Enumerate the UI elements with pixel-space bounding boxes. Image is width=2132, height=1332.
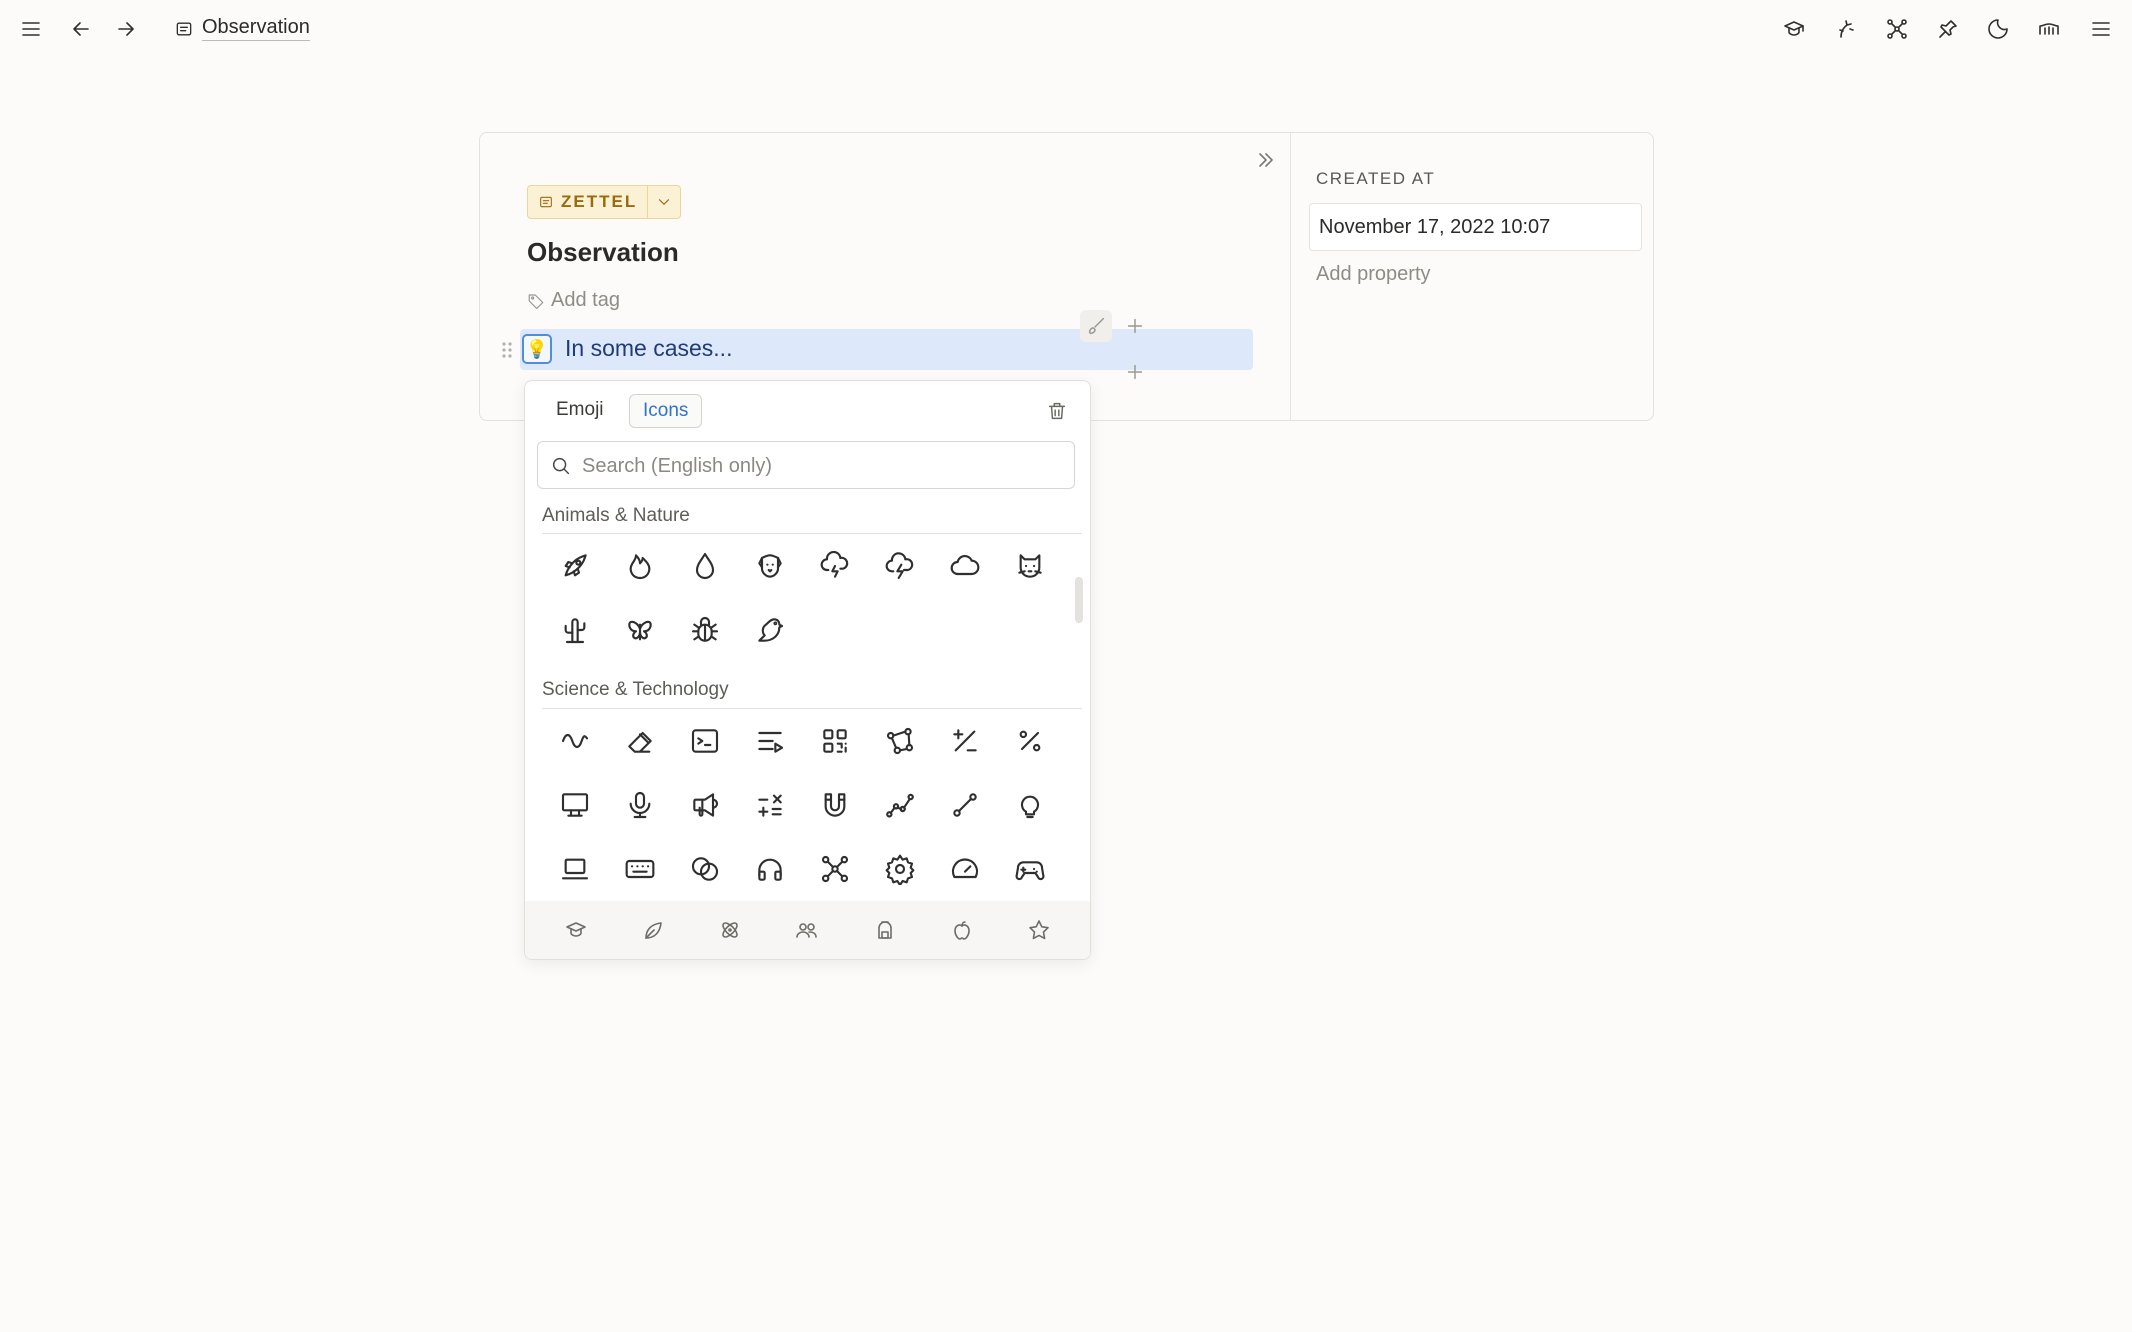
chevron-down-icon xyxy=(659,199,670,205)
add-tag-label: Add tag xyxy=(551,289,620,311)
search-input[interactable] xyxy=(580,450,1064,482)
cloud-storm-icon[interactable] xyxy=(802,534,867,598)
plus-minus-icon[interactable] xyxy=(932,709,997,773)
settings-icon[interactable] xyxy=(867,837,932,901)
molecule-icon[interactable] xyxy=(802,837,867,901)
microphone-icon[interactable] xyxy=(607,773,672,837)
rocket-icon[interactable] xyxy=(542,534,607,598)
section-title-animals: Animals & Nature xyxy=(542,505,690,526)
chart-line-icon[interactable] xyxy=(867,773,932,837)
users-icon[interactable] xyxy=(787,910,827,950)
menu-icon[interactable] xyxy=(14,14,48,44)
add-property-button[interactable]: Add property xyxy=(1316,263,1431,286)
cloud-icon[interactable] xyxy=(932,534,997,598)
tab-icons[interactable]: Icons xyxy=(629,394,703,428)
math-symbols-icon[interactable] xyxy=(737,773,802,837)
bulb-icon[interactable] xyxy=(997,773,1062,837)
page-icon xyxy=(176,22,192,35)
type-badge[interactable]: ZETTEL xyxy=(527,185,682,219)
icon-picker: Emoji Icons Animals & Nature Science & T… xyxy=(524,380,1091,960)
device-desktop-icon[interactable] xyxy=(542,773,607,837)
butterfly-icon[interactable] xyxy=(607,598,672,662)
qrcode-icon[interactable] xyxy=(802,709,867,773)
playlist-icon[interactable] xyxy=(737,709,802,773)
drag-handle-icon[interactable] xyxy=(500,339,514,361)
type-label-text: ZETTEL xyxy=(561,192,638,211)
library-icon[interactable] xyxy=(2032,14,2066,44)
type-dropdown-button[interactable] xyxy=(647,186,680,218)
note-icon xyxy=(540,196,552,208)
vector-icon[interactable] xyxy=(867,709,932,773)
page-card: ZETTEL Observation Add tag 💡 In some cas… xyxy=(479,132,1654,421)
eraser-icon[interactable] xyxy=(607,709,672,773)
terminal-icon[interactable] xyxy=(672,709,737,773)
type-label[interactable]: ZETTEL xyxy=(528,186,647,218)
category-bar xyxy=(525,901,1090,959)
icon-grid-science xyxy=(542,709,1082,901)
menu-icon[interactable] xyxy=(2084,14,2118,44)
add-block-below-icon[interactable] xyxy=(1119,356,1151,388)
magnet-icon[interactable] xyxy=(802,773,867,837)
percentage-icon[interactable] xyxy=(997,709,1062,773)
collapse-panel-icon[interactable] xyxy=(1251,145,1281,175)
brand-venn-icon[interactable] xyxy=(672,837,737,901)
search-icon xyxy=(552,457,570,475)
brush-icon[interactable] xyxy=(1080,310,1112,342)
block-icon-button[interactable]: 💡 xyxy=(522,334,552,364)
section-title-science: Science & Technology xyxy=(542,679,729,700)
breadcrumb-title: Observation xyxy=(202,16,310,41)
droplet-icon[interactable] xyxy=(672,534,737,598)
headphones-icon[interactable] xyxy=(737,837,802,901)
keyboard-icon[interactable] xyxy=(607,837,672,901)
arrow-right-icon[interactable] xyxy=(109,14,143,44)
bird-icon[interactable] xyxy=(737,598,802,662)
add-block-above-icon[interactable] xyxy=(1119,310,1151,342)
picker-scrollbar[interactable] xyxy=(1075,577,1083,623)
top-bar: Observation xyxy=(0,0,2132,58)
icon-grid-animals xyxy=(542,534,1082,662)
wave-sine-icon[interactable] xyxy=(542,709,607,773)
line-icon[interactable] xyxy=(932,773,997,837)
icon-search-box[interactable] xyxy=(537,441,1075,489)
moon-icon[interactable] xyxy=(1981,14,2015,44)
cactus-icon[interactable] xyxy=(542,598,607,662)
trash-icon[interactable] xyxy=(1043,397,1071,425)
pin-icon[interactable] xyxy=(1931,14,1965,44)
tag-icon xyxy=(528,293,544,309)
page-title[interactable]: Observation xyxy=(527,237,679,268)
laptop-icon[interactable] xyxy=(542,837,607,901)
property-label: CREATED AT xyxy=(1316,169,1436,188)
atom-icon[interactable] xyxy=(710,910,750,950)
block-text[interactable]: In some cases... xyxy=(565,335,732,362)
star-icon[interactable] xyxy=(1019,910,1059,950)
graph-icon[interactable] xyxy=(1880,14,1914,44)
add-tag-button[interactable]: Add tag xyxy=(527,289,620,312)
backpack-icon[interactable] xyxy=(865,910,905,950)
cloud-bolt-icon[interactable] xyxy=(867,534,932,598)
flame-icon[interactable] xyxy=(607,534,672,598)
created-at-field[interactable]: November 17, 2022 10:07 xyxy=(1309,203,1642,251)
gauge-icon[interactable] xyxy=(932,837,997,901)
cat-icon[interactable] xyxy=(997,534,1062,598)
graduation-cap-icon[interactable] xyxy=(1777,14,1811,44)
graduation-cap-icon[interactable] xyxy=(556,910,596,950)
breadcrumb[interactable]: Observation xyxy=(174,16,310,41)
arrow-left-icon[interactable] xyxy=(64,14,98,44)
speakerphone-icon[interactable] xyxy=(672,773,737,837)
quick-capture-icon[interactable] xyxy=(1829,14,1863,44)
bug-icon[interactable] xyxy=(672,598,737,662)
divider xyxy=(1290,133,1291,420)
tab-emoji[interactable]: Emoji xyxy=(543,394,617,426)
apple-icon[interactable] xyxy=(942,910,982,950)
dog-icon[interactable] xyxy=(737,534,802,598)
gamepad-icon[interactable] xyxy=(997,837,1062,901)
leaf-icon[interactable] xyxy=(633,910,673,950)
